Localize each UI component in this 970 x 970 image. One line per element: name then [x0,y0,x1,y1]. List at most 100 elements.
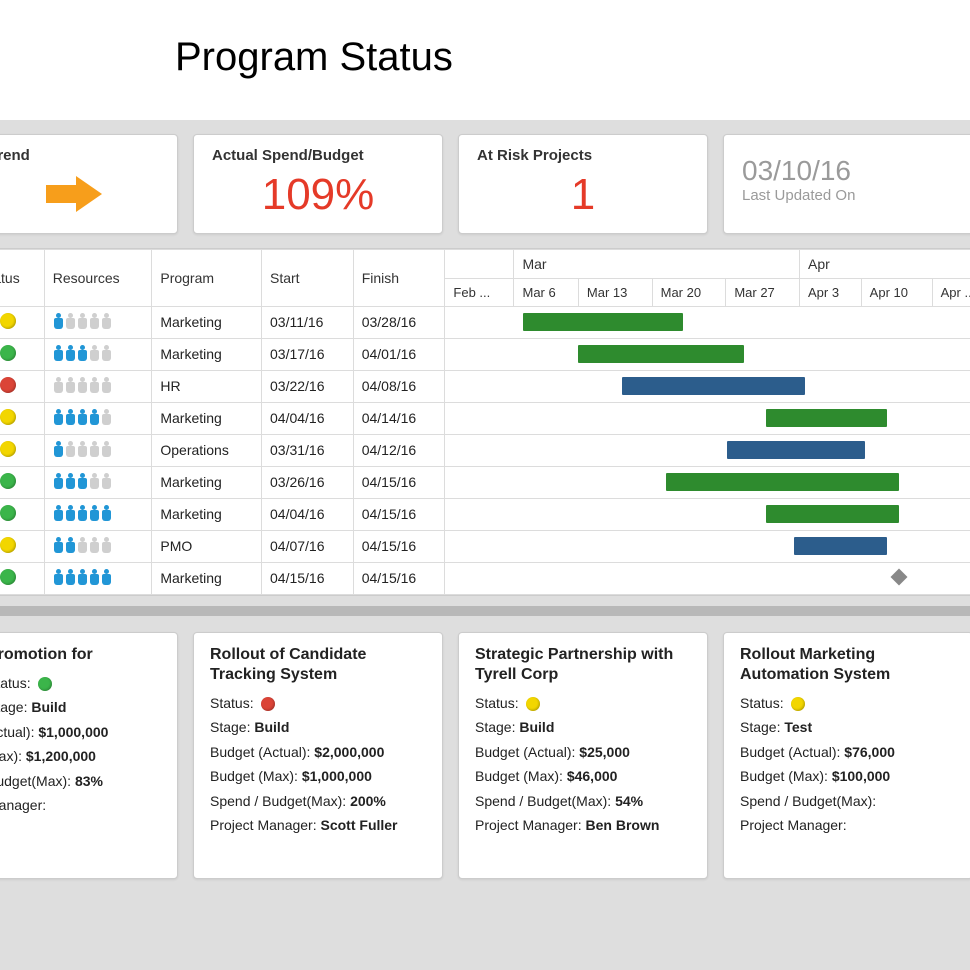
person-icon [89,345,100,363]
person-icon [89,537,100,555]
budget-max-label: Budget (Max): [475,768,563,784]
cell-start: 03/22/16 [262,370,354,402]
gantt-tick: Apr 3 [800,278,862,306]
month-feb [445,249,514,278]
table-row[interactable]: Operations03/31/1604/12/16 [0,434,970,466]
col-resources[interactable]: Resources [44,249,152,306]
table-row[interactable]: Marketing03/26/1604/15/16 [0,466,970,498]
project-card[interactable]: Promotion for Status: Stage: Build Actua… [0,632,178,879]
stage-label: Stage: [475,719,515,735]
month-apr: Apr [800,249,970,278]
stage-value: Build [519,719,554,735]
gantt-bar-cell [445,562,970,594]
project-card[interactable]: Rollout Marketing Automation System Stat… [723,632,970,879]
person-icon [77,473,88,491]
cell-start: 03/17/16 [262,338,354,370]
kpi-card-updated[interactable]: 03/10/16 Last Updated On [723,134,970,234]
gantt-tick: Mar 13 [578,278,652,306]
budget-max-label: Budget (Max): [210,768,298,784]
pm-label: Project Manager: [475,817,582,833]
kpi-trend-label: Trend [0,147,159,164]
pm-value: Ben Brown [586,817,660,833]
person-icon [53,345,64,363]
gantt-bar[interactable] [766,409,888,427]
milestone-icon [891,568,908,585]
status-label: Status: [740,695,784,711]
spend-pct-value: 83% [75,773,103,789]
spend-pct-label: Budget(Max): [0,773,71,789]
col-finish[interactable]: Finish [353,249,445,306]
gantt-bar[interactable] [727,441,865,459]
person-icon [77,537,88,555]
gantt-bar[interactable] [622,377,804,395]
person-icon [53,313,64,331]
kpi-card-risk[interactable]: At Risk Projects 1 [458,134,708,234]
cell-start: 04/04/16 [262,402,354,434]
gantt-tick: Apr ... [932,278,970,306]
person-icon [65,377,76,395]
kpi-card-spend[interactable]: Actual Spend/Budget 109% [193,134,443,234]
person-icon [101,313,112,331]
kpi-spend-value: 109% [212,170,424,221]
person-icon [101,409,112,427]
table-row[interactable]: Marketing03/17/1604/01/16 [0,338,970,370]
gantt-tick: Mar 20 [652,278,726,306]
person-icon [53,473,64,491]
horizontal-scrollbar[interactable] [0,606,970,616]
kpi-card-trend[interactable]: Trend [0,134,178,234]
gantt-bar-cell [445,306,970,338]
gantt-bar[interactable] [666,473,898,491]
stage-label: Stage: [740,719,780,735]
table-row[interactable]: Marketing04/04/1604/14/16 [0,402,970,434]
gantt-tick: Mar 6 [514,278,578,306]
gantt-bar[interactable] [523,313,683,331]
kpi-updated-label: Last Updated On [742,187,970,204]
col-status[interactable]: Status [0,249,44,306]
person-icon [89,569,100,587]
title-bar: Program Status [0,0,970,120]
person-icon [89,441,100,459]
table-row[interactable]: Marketing04/04/1604/15/16 [0,498,970,530]
person-icon [77,505,88,523]
person-icon [53,505,64,523]
gantt-bar[interactable] [794,537,888,555]
gantt-bar-cell [445,434,970,466]
project-card[interactable]: Rollout of Candidate Tracking System Sta… [193,632,443,879]
project-title: Rollout Marketing Automation System [740,645,956,685]
col-program[interactable]: Program [152,249,262,306]
project-card[interactable]: Strategic Partnership with Tyrell Corp S… [458,632,708,879]
cell-finish: 04/15/16 [353,530,445,562]
status-dot-icon [0,473,16,489]
cell-finish: 04/15/16 [353,466,445,498]
spend-pct-label: Spend / Budget(Max): [210,793,346,809]
project-title: Rollout of Candidate Tracking System [210,645,426,685]
status-label: Status: [210,695,254,711]
budget-max-value: $1,200,000 [26,748,96,764]
cell-start: 04/15/16 [262,562,354,594]
cell-start: 03/31/16 [262,434,354,466]
gantt-bar-cell [445,338,970,370]
gantt-bar-cell [445,530,970,562]
cell-finish: 04/14/16 [353,402,445,434]
budget-max-value: $100,000 [832,768,890,784]
table-row[interactable]: HR03/22/1604/08/16 [0,370,970,402]
status-dot-icon [0,441,16,457]
cell-finish: 04/15/16 [353,498,445,530]
gantt-table[interactable]: Status Resources Program Start Finish Ma… [0,249,970,595]
pm-label: Manager: [0,797,46,813]
gantt-bar[interactable] [578,345,744,363]
pm-label: Project Manager: [740,817,847,833]
gantt-panel: Status Resources Program Start Finish Ma… [0,248,970,596]
month-mar: Mar [514,249,800,278]
col-start[interactable]: Start [262,249,354,306]
cell-program: Marketing [152,338,262,370]
gantt-bar[interactable] [766,505,899,523]
table-row[interactable]: PMO04/07/1604/15/16 [0,530,970,562]
person-icon [89,377,100,395]
person-icon [65,537,76,555]
table-row[interactable]: Marketing03/11/1603/28/16 [0,306,970,338]
table-row[interactable]: Marketing04/15/1604/15/16 [0,562,970,594]
person-icon [77,345,88,363]
status-dot-icon [526,697,540,711]
person-icon [89,505,100,523]
